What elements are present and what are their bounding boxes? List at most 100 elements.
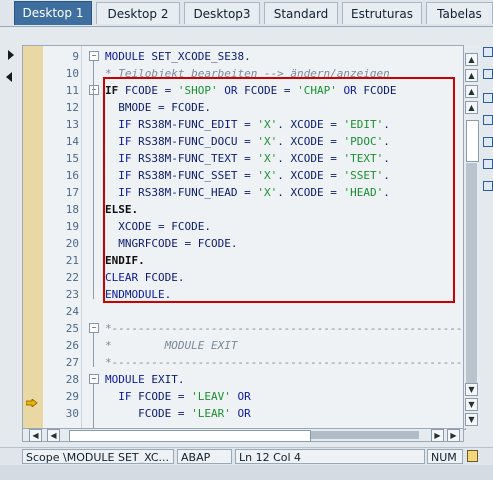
line-number: 20 [65, 237, 79, 250]
scroll-right-arrow-icon[interactable]: ▶ [431, 429, 444, 442]
scroll-page-up-icon[interactable]: ▲ [465, 69, 478, 82]
code-token: * MODULE EXIT [105, 339, 238, 352]
code-token: MODULE [105, 373, 145, 386]
line-number: 29 [65, 390, 79, 403]
code-token: 'LEAR' [191, 407, 231, 420]
code-line[interactable]: 26 * MODULE EXIT [23, 337, 465, 354]
line-number: 23 [65, 288, 79, 301]
fold-guide [93, 384, 94, 429]
tool-icon-2[interactable] [483, 69, 493, 79]
fold-toggle-icon[interactable]: − [89, 374, 99, 384]
line-number: 17 [65, 186, 79, 199]
side-toolbar [481, 45, 493, 428]
horizontal-scroll-thumb[interactable] [69, 430, 311, 442]
window-bottom [0, 465, 493, 480]
status-bar: Scope \MODULE SET_XC... ABAP Ln 12 Col 4… [0, 447, 493, 466]
code-text: * MODULE EXIT [105, 339, 237, 352]
vertical-scroll-track[interactable] [466, 163, 477, 393]
num-lock-field: NUM [427, 449, 463, 464]
tool-icon-7[interactable] [483, 181, 493, 191]
code-token: SET_XCODE_SE38. [144, 50, 251, 63]
vertical-scroll-thumb[interactable] [466, 120, 479, 162]
scroll-top-icon[interactable]: ▲ [465, 101, 478, 114]
scroll-first-icon[interactable]: ◀ [47, 429, 60, 442]
line-number: 14 [65, 135, 79, 148]
line-number: 11 [65, 84, 79, 97]
tab-desktop3[interactable]: Desktop3 [184, 2, 260, 24]
language-field: ABAP [177, 449, 232, 464]
code-line[interactable]: 27 *-------------------------------------… [23, 354, 465, 371]
tab-desktop-1[interactable]: Desktop 1 [14, 1, 92, 25]
code-token: EXIT. [144, 373, 185, 386]
line-number: 27 [65, 356, 79, 369]
code-token: MODULE [105, 50, 145, 63]
scroll-line-up-icon[interactable]: ▲ [465, 85, 478, 98]
line-number: 24 [65, 305, 79, 318]
line-number: 13 [65, 118, 79, 131]
scroll-page-down-icon[interactable]: ▼ [465, 398, 478, 411]
code-text: MODULE SET_XCODE_SE38. [105, 50, 251, 63]
horizontal-scrollbar[interactable]: ◀ ◀ ▶ ▶ [22, 428, 464, 442]
collapse-arrow-icon[interactable] [6, 72, 12, 82]
tab-standard[interactable]: Standard [264, 2, 338, 24]
line-number: 30 [65, 407, 79, 420]
code-line[interactable]: 28− MODULE EXIT. [23, 371, 465, 388]
tool-icon-4[interactable] [483, 115, 493, 125]
tab-estruturas[interactable]: Estruturas [342, 2, 422, 24]
clipboard-icon[interactable] [467, 450, 478, 462]
scroll-up-arrow-icon[interactable]: ▲ [465, 53, 478, 66]
tool-icon-5[interactable] [483, 137, 493, 147]
scroll-line-down-icon[interactable]: ▼ [465, 383, 478, 396]
code-token: 'LEAV' [191, 390, 231, 403]
line-number: 22 [65, 271, 79, 284]
code-text: *---------------------------------------… [105, 322, 466, 335]
line-number: 19 [65, 220, 79, 233]
code-token: FCODE = [131, 390, 192, 403]
desktop-tab-bar: Desktop 1 Desktop 2 Desktop3 Standard Es… [0, 0, 493, 27]
scroll-left-arrow-icon[interactable]: ◀ [29, 429, 42, 442]
tab-desktop-2[interactable]: Desktop 2 [96, 2, 180, 24]
code-token: OR [230, 407, 251, 420]
line-number: 18 [65, 203, 79, 216]
execution-pointer-icon [25, 392, 38, 408]
line-number: 12 [65, 101, 79, 114]
expand-arrow-icon[interactable] [8, 50, 14, 60]
scroll-down-arrow-icon[interactable]: ▼ [465, 413, 478, 426]
tab-tabelas[interactable]: Tabelas [426, 2, 493, 24]
line-number: 15 [65, 152, 79, 165]
line-number: 26 [65, 339, 79, 352]
code-line[interactable]: 29 IF FCODE = 'LEAV' OR [23, 388, 465, 405]
code-token: IF [105, 390, 132, 403]
code-token: OR [230, 390, 251, 403]
code-line[interactable]: 25− *------------------------------------… [23, 320, 465, 337]
code-token: FCODE = [105, 407, 192, 420]
line-number: 28 [65, 373, 79, 386]
line-number: 16 [65, 169, 79, 182]
fold-toggle-icon[interactable]: − [89, 51, 99, 61]
code-line[interactable]: 30 FCODE = 'LEAR' OR [23, 405, 465, 422]
code-text: FCODE = 'LEAR' OR [105, 407, 251, 420]
code-token: *---------------------------------------… [105, 322, 466, 335]
highlight-box [103, 77, 455, 303]
code-line[interactable]: 9− MODULE SET_XCODE_SE38. [23, 48, 465, 65]
code-text: *---------------------------------------… [105, 356, 466, 369]
tool-icon-6[interactable] [483, 159, 493, 169]
tool-icon-1[interactable] [483, 47, 493, 57]
line-number: 9 [72, 50, 79, 63]
vertical-scrollbar[interactable]: ▲ ▲ ▲ ▲ ▼ ▼ ▼ [463, 45, 480, 428]
line-number: 21 [65, 254, 79, 267]
fold-toggle-icon[interactable]: − [89, 323, 99, 333]
horizontal-scroll-track[interactable] [311, 431, 419, 439]
fold-guide [93, 61, 94, 299]
code-text: IF FCODE = 'LEAV' OR [105, 390, 251, 403]
code-text: MODULE EXIT. [105, 373, 185, 386]
line-number: 25 [65, 322, 79, 335]
cursor-position-field: Ln 12 Col 4 [235, 449, 425, 464]
line-number: 10 [65, 67, 79, 80]
fold-toggle-icon[interactable]: − [89, 85, 99, 95]
code-token: *---------------------------------------… [105, 356, 466, 369]
scroll-last-icon[interactable]: ▶ [447, 429, 460, 442]
code-line[interactable]: 24 [23, 303, 465, 320]
tool-icon-3[interactable] [483, 93, 493, 103]
scope-field: Scope \MODULE SET_XC... [22, 449, 174, 464]
